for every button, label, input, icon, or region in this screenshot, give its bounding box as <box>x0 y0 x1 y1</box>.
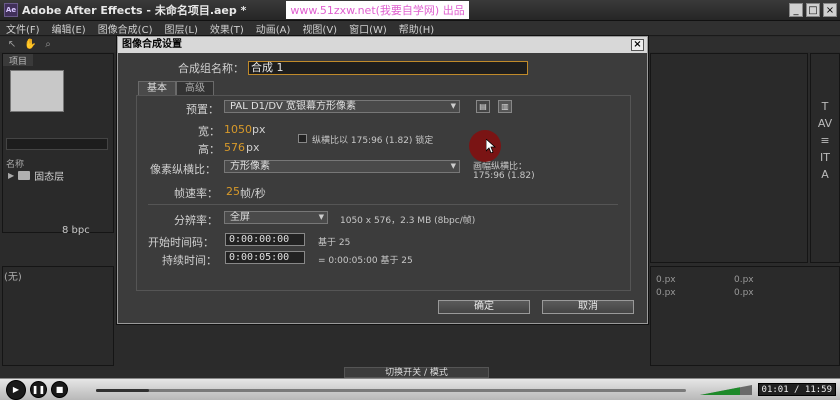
chevron-down-icon: ▼ <box>450 162 456 170</box>
preset-label: 预置： <box>186 103 219 116</box>
menu-window[interactable]: 窗口(W) <box>349 21 387 36</box>
frame-aspect-value: 175:96 (1.82) <box>473 171 535 181</box>
title-bar: Ae Adobe After Effects - 未命名项目.aep * www… <box>0 0 840 21</box>
list-item[interactable]: ▶ 固态层 <box>8 168 64 183</box>
playback-time: 01:01 / 11:59 <box>757 383 836 396</box>
dialog-title-bar: 图像合成设置 × <box>118 37 647 53</box>
menu-file[interactable]: 文件(F) <box>6 21 40 36</box>
frame-rate-label: 帧速率： <box>174 187 218 200</box>
save-preset-icon[interactable]: ▤ <box>476 100 490 113</box>
hand-tool-icon[interactable]: ✋ <box>24 39 36 51</box>
dialog-tabs: 基本 高级 <box>138 81 214 95</box>
divider <box>148 204 618 205</box>
height-unit: px <box>246 141 260 154</box>
duration-field[interactable]: 0:00:05:00 <box>225 251 305 264</box>
frame-rate-unit: 帧/秒 <box>240 187 266 200</box>
playback-progress-bar[interactable] <box>96 389 686 392</box>
dialog-title: 图像合成设置 <box>122 39 182 50</box>
menu-bar: 文件(F) 编辑(E) 图像合成(C) 图层(L) 效果(T) 动画(A) 视图… <box>0 21 840 36</box>
menu-composition[interactable]: 图像合成(C) <box>98 21 153 36</box>
bpc-label: 8 bpc <box>62 225 90 236</box>
text-tool-icon[interactable]: T <box>822 100 829 113</box>
kerning-icon[interactable]: AV <box>818 117 832 130</box>
stop-icon[interactable]: ■ <box>51 381 68 398</box>
composition-name-label: 合成组名称： <box>178 62 244 75</box>
volume-slider-icon[interactable] <box>700 385 752 395</box>
composition-settings-dialog: 图像合成设置 × 合成组名称： 合成 1 基本 高级 预置： PAL D1/DV… <box>117 36 648 324</box>
menu-help[interactable]: 帮助(H) <box>399 21 434 36</box>
tab-advanced[interactable]: 高级 <box>176 81 214 95</box>
px-value: 0.px <box>734 275 754 285</box>
window-title: Adobe After Effects - 未命名项目.aep * <box>22 4 247 17</box>
height-value[interactable]: 576 <box>224 141 245 154</box>
pixel-aspect-dropdown[interactable]: 方形像素 ▼ <box>224 160 460 173</box>
timeline-tab-label[interactable]: (无) <box>4 268 22 283</box>
menu-edit[interactable]: 编辑(E) <box>52 21 86 36</box>
lock-aspect-label: 纵横比以 175:96 (1.82) 锁定 <box>312 136 434 146</box>
video-player-bar: ▶ ❚❚ ■ 01:01 / 11:59 <box>0 378 840 400</box>
menu-effect[interactable]: 效果(T) <box>210 21 244 36</box>
project-panel-tab[interactable]: 项目 <box>3 54 34 67</box>
px-value: 0.px <box>734 288 754 298</box>
project-search-input[interactable] <box>6 138 108 150</box>
preset-value: PAL D1/DV 宽银幕方形像素 <box>230 101 356 112</box>
start-timecode-base: 基于 25 <box>318 238 351 248</box>
character-tools: T AV ≡ IT A <box>812 100 838 181</box>
folder-icon <box>18 171 31 180</box>
px-value: 0.px <box>656 275 676 285</box>
duration-label: 持续时间： <box>162 254 217 267</box>
minimize-button[interactable]: _ <box>789 3 803 17</box>
tab-basic[interactable]: 基本 <box>138 81 176 95</box>
menu-animation[interactable]: 动画(A) <box>256 21 291 36</box>
width-unit: px <box>252 123 266 136</box>
chevron-down-icon: ▼ <box>318 213 324 221</box>
start-timecode-label: 开始时间码： <box>148 236 214 249</box>
dialog-close-button[interactable]: × <box>631 39 644 51</box>
selection-tool-icon[interactable]: ↖ <box>6 39 18 51</box>
zoom-tool-icon[interactable]: ⌕ <box>42 39 54 51</box>
duration-info: = 0:00:05:00 基于 25 <box>318 256 413 266</box>
composition-name-input[interactable]: 合成 1 <box>248 61 528 75</box>
height-label: 高： <box>198 143 220 156</box>
ok-button[interactable]: 确定 <box>438 300 530 314</box>
cursor-highlight <box>469 130 501 162</box>
playback-progress-fill <box>96 389 150 392</box>
delete-preset-icon[interactable]: ▥ <box>498 100 512 113</box>
chevron-down-icon: ▼ <box>450 102 456 110</box>
after-effects-logo-icon: Ae <box>4 3 18 17</box>
align-icon[interactable]: ≡ <box>820 134 829 147</box>
pause-icon[interactable]: ❚❚ <box>30 381 47 398</box>
px-value: 0.px <box>656 288 676 298</box>
resolution-label: 分辨率： <box>174 214 218 227</box>
toggle-switches-modes-button[interactable]: 切换开关 / 模式 <box>344 367 489 378</box>
width-value[interactable]: 1050 <box>224 123 252 136</box>
cancel-button[interactable]: 取消 <box>542 300 634 314</box>
folder-name: 固态层 <box>34 172 65 183</box>
watermark: www.51zxw.net(我要自学网) 出品 <box>286 1 469 19</box>
pixel-aspect-label: 像素纵横比： <box>150 163 216 176</box>
project-thumbnail <box>10 70 64 112</box>
frame-rate-value[interactable]: 25 <box>226 185 240 198</box>
composition-viewer-panel <box>650 53 808 263</box>
mouse-pointer-icon <box>486 139 496 153</box>
baseline-icon[interactable]: A <box>821 168 829 181</box>
resolution-info: 1050 x 576，2.3 MB (8bpc/帧) <box>340 216 476 226</box>
resolution-value: 全屏 <box>230 212 250 223</box>
play-icon[interactable]: ▶ <box>6 379 26 400</box>
vertical-scale-icon[interactable]: IT <box>820 151 830 164</box>
preset-dropdown[interactable]: PAL D1/DV 宽银幕方形像素 ▼ <box>224 100 460 113</box>
maximize-button[interactable]: □ <box>806 3 820 17</box>
resolution-dropdown[interactable]: 全屏 ▼ <box>224 211 328 224</box>
menu-view[interactable]: 视图(V) <box>302 21 337 36</box>
bpc-indicator[interactable]: 8 bpc <box>62 225 90 236</box>
menu-layer[interactable]: 图层(L) <box>164 21 197 36</box>
start-timecode-field[interactable]: 0:00:00:00 <box>225 233 305 246</box>
width-label: 宽： <box>198 125 220 138</box>
lock-aspect-checkbox[interactable] <box>298 134 307 143</box>
pixel-aspect-value: 方形像素 <box>230 161 270 172</box>
composition-name-row: 合成组名称： 合成 1 <box>178 60 528 76</box>
close-button[interactable]: × <box>823 3 837 17</box>
expand-arrow-icon[interactable]: ▶ <box>8 171 14 180</box>
